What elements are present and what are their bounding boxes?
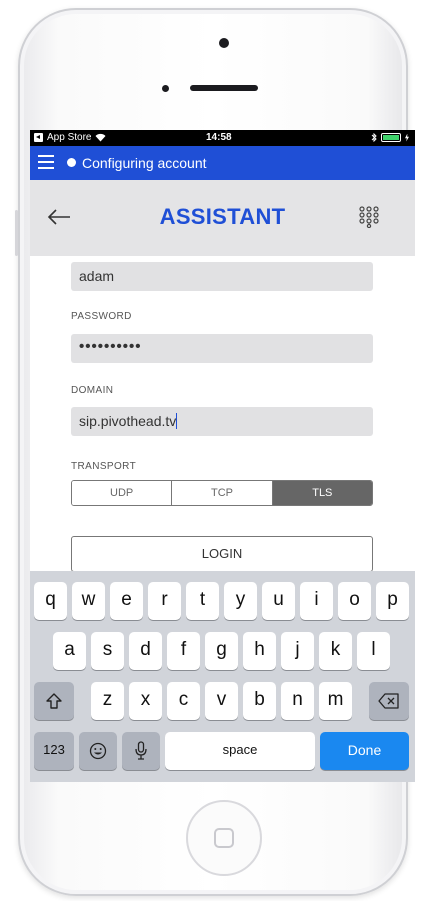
key-q[interactable]: q bbox=[34, 582, 67, 620]
transport-label: TRANSPORT bbox=[71, 461, 137, 472]
keyboard-row-1: q w e r t y u i o p bbox=[30, 582, 415, 620]
key-c[interactable]: c bbox=[167, 682, 200, 720]
key-x[interactable]: x bbox=[129, 682, 162, 720]
text-cursor bbox=[176, 413, 178, 429]
emoji-icon bbox=[89, 742, 107, 760]
password-field[interactable]: •••••••••• bbox=[71, 334, 373, 363]
earpiece-speaker bbox=[190, 85, 258, 91]
key-e[interactable]: e bbox=[110, 582, 143, 620]
username-field[interactable]: adam bbox=[71, 262, 373, 291]
status-bar: App Store 14:58 bbox=[30, 130, 415, 146]
keyboard-row-4: 123 space Done bbox=[30, 732, 415, 770]
domain-label: DOMAIN bbox=[71, 385, 114, 396]
login-button[interactable]: LOGIN bbox=[71, 536, 373, 572]
key-d[interactable]: d bbox=[129, 632, 162, 670]
key-i[interactable]: i bbox=[300, 582, 333, 620]
key-t[interactable]: t bbox=[186, 582, 219, 620]
dialpad-icon[interactable] bbox=[358, 206, 380, 228]
back-arrow-icon bbox=[34, 133, 43, 142]
key-s[interactable]: s bbox=[91, 632, 124, 670]
key-k[interactable]: k bbox=[319, 632, 352, 670]
password-label: PASSWORD bbox=[71, 311, 132, 322]
backspace-key[interactable] bbox=[369, 682, 409, 720]
backspace-icon bbox=[378, 693, 399, 709]
microphone-key[interactable] bbox=[122, 732, 160, 770]
key-n[interactable]: n bbox=[281, 682, 314, 720]
key-f[interactable]: f bbox=[167, 632, 200, 670]
back-app-label: App Store bbox=[47, 132, 92, 143]
keyboard-row-2: a s d f g h j k l bbox=[30, 632, 415, 670]
key-w[interactable]: w bbox=[72, 582, 105, 620]
key-b[interactable]: b bbox=[243, 682, 276, 720]
numbers-key[interactable]: 123 bbox=[34, 732, 74, 770]
status-dot-icon bbox=[67, 158, 76, 167]
key-g[interactable]: g bbox=[205, 632, 238, 670]
home-square-icon bbox=[214, 828, 234, 848]
key-l[interactable]: l bbox=[357, 632, 390, 670]
shift-key[interactable] bbox=[34, 682, 74, 720]
home-button[interactable] bbox=[186, 800, 262, 876]
keyboard-row-3: z x c v b n m bbox=[30, 682, 415, 720]
transport-tcp[interactable]: TCP bbox=[171, 481, 272, 505]
done-key[interactable]: Done bbox=[320, 732, 409, 770]
battery-icon bbox=[381, 133, 401, 142]
key-v[interactable]: v bbox=[205, 682, 238, 720]
menu-icon[interactable] bbox=[38, 155, 54, 169]
space-key[interactable]: space bbox=[165, 732, 315, 770]
key-p[interactable]: p bbox=[376, 582, 409, 620]
transport-tls[interactable]: TLS bbox=[271, 481, 372, 505]
back-to-app-link[interactable]: App Store bbox=[34, 132, 106, 143]
domain-value: sip.pivothead.tv bbox=[79, 413, 177, 429]
microphone-icon bbox=[135, 741, 147, 760]
key-a[interactable]: a bbox=[53, 632, 86, 670]
key-y[interactable]: y bbox=[224, 582, 257, 620]
assistant-header: ASSISTANT bbox=[30, 180, 415, 256]
domain-field[interactable]: sip.pivothead.tv bbox=[71, 407, 373, 436]
proximity-sensor bbox=[162, 85, 169, 92]
transport-udp[interactable]: UDP bbox=[72, 481, 172, 505]
key-h[interactable]: h bbox=[243, 632, 276, 670]
app-status-bar: Configuring account bbox=[30, 146, 415, 180]
front-camera bbox=[219, 38, 229, 48]
key-u[interactable]: u bbox=[262, 582, 295, 620]
status-time: 14:58 bbox=[206, 132, 232, 143]
shift-icon bbox=[46, 693, 62, 709]
emoji-key[interactable] bbox=[79, 732, 117, 770]
charging-icon bbox=[405, 133, 409, 142]
key-z[interactable]: z bbox=[91, 682, 124, 720]
configuring-status-text: Configuring account bbox=[82, 155, 207, 171]
key-m[interactable]: m bbox=[319, 682, 352, 720]
wifi-icon bbox=[95, 133, 106, 142]
key-r[interactable]: r bbox=[148, 582, 181, 620]
transport-selector: UDP TCP TLS bbox=[71, 480, 373, 506]
key-j[interactable]: j bbox=[281, 632, 314, 670]
key-o[interactable]: o bbox=[338, 582, 371, 620]
bluetooth-icon bbox=[371, 133, 377, 142]
on-screen-keyboard: q w e r t y u i o p a s d f g h j k l z … bbox=[30, 571, 415, 782]
status-indicators bbox=[371, 133, 409, 142]
phone-screen: App Store 14:58 Configuring account ASSI… bbox=[30, 130, 415, 782]
volume-button bbox=[15, 210, 18, 256]
